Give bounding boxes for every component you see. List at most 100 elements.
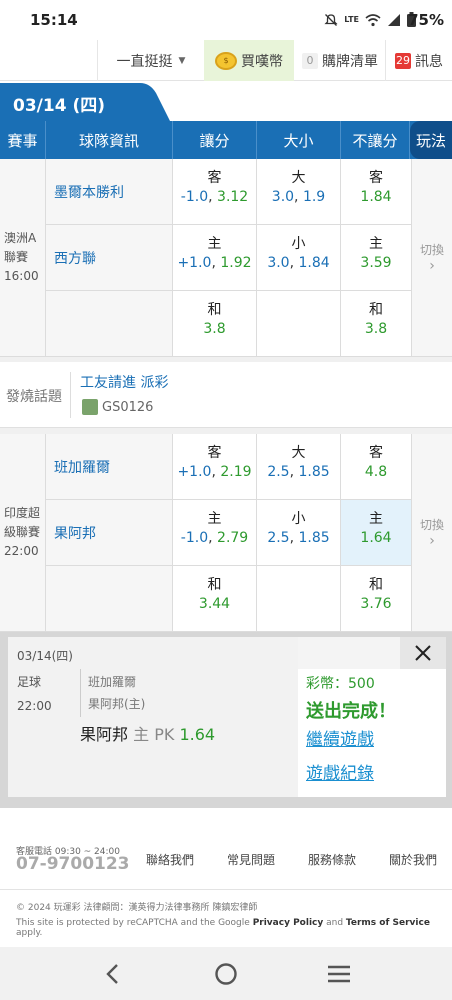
team-draw-row [46, 566, 173, 632]
submit-done-message: 送出完成！ [306, 701, 396, 722]
battery-percentage: 75% [408, 11, 444, 29]
status-bar: 15:14 LTE 75% [0, 0, 452, 40]
odds-value: 3.59 [360, 255, 392, 271]
bet-ticket: 03/14(四) 足球 22:00 班加羅爾 果阿邦(主) 果阿邦 主 PK 1… [8, 637, 446, 797]
odds-no-handicap-home[interactable]: 主 3.59 [341, 225, 412, 291]
team-away[interactable]: 班加羅爾 [46, 434, 173, 500]
odds-value: 1.84 [298, 255, 330, 271]
odds-no-handicap-draw[interactable]: 和 3.76 [341, 566, 412, 632]
odds-label: 和 [369, 577, 383, 593]
team-home[interactable]: 西方聯 [46, 225, 173, 291]
wifi-icon [365, 13, 381, 26]
date-tab[interactable]: 03/14 (四) [0, 83, 170, 121]
buy-coins-label: 買嘆幣 [241, 53, 283, 70]
odds-no-handicap-away[interactable]: 客 1.84 [341, 159, 412, 225]
odds-no-handicap-draw[interactable]: 和 3.8 [341, 291, 412, 357]
ticket-details: 03/14(四) 足球 22:00 班加羅爾 果阿邦(主) 果阿邦 主 PK 1… [8, 637, 298, 797]
cart-button[interactable]: 0 購牌清單 [296, 40, 384, 81]
odds-value: 1.85 [298, 530, 330, 546]
hot-topic-user[interactable]: GS0126 [82, 399, 153, 415]
back-button[interactable] [98, 959, 128, 989]
ticket-result: 彩幣：500 送出完成！ 繼續遊戲 遊戲紀錄 [298, 669, 446, 797]
odds-handicap-home[interactable]: 主 -1.0, 2.79 [173, 500, 257, 566]
switch-play-button[interactable]: 切換 › [412, 434, 452, 632]
odds-line: +1.0 [177, 255, 212, 271]
odds-value: 3.12 [217, 189, 249, 205]
ticket-divider [80, 669, 81, 717]
league-name-line2: 聯賽 [4, 250, 29, 264]
chevron-right-icon: › [429, 258, 435, 274]
col-handicap: 讓分 [173, 121, 257, 159]
mute-icon [324, 13, 338, 26]
league-cell: 印度超 級聯賽 22:00 [0, 434, 46, 632]
switch-play-button[interactable]: 切換 › [412, 159, 452, 357]
col-team-info: 球隊資訊 [46, 121, 173, 159]
coin-balance: 彩幣：500 [306, 676, 375, 692]
odds-label: 和 [369, 302, 383, 318]
odds-label: 小 [291, 511, 306, 527]
footer-link-faq[interactable]: 常見問題 [227, 851, 275, 868]
footer-link-terms[interactable]: 服務條款 [308, 851, 356, 868]
ticket-bet-team: 果阿邦 [80, 725, 129, 744]
recents-button[interactable] [324, 959, 354, 989]
privacy-policy-link[interactable]: Privacy Policy [253, 918, 324, 928]
hot-topic-label: 發燒話題 [6, 389, 62, 405]
odds-handicap-away[interactable]: 客 -1.0, 3.12 [173, 159, 257, 225]
hot-topic-divider [70, 372, 71, 418]
odds-value: 1.64 [360, 530, 392, 546]
home-button[interactable] [211, 959, 241, 989]
odds-value: 3.44 [198, 596, 231, 612]
odds-handicap-away[interactable]: 客 +1.0, 2.19 [173, 434, 257, 500]
ticket-bet-side: 主 PK [133, 725, 175, 744]
league-name-line1: 印度超 [4, 506, 41, 520]
odds-under[interactable]: 小 3.0, 1.84 [257, 225, 341, 291]
team-away[interactable]: 墨爾本勝利 [46, 159, 173, 225]
service-phone[interactable]: 07-9700123 [16, 854, 130, 874]
col-event: 賽事 [0, 121, 46, 159]
system-nav-bar [0, 947, 452, 1000]
ticket-bet-odds: 1.64 [179, 725, 216, 744]
odds-value: 3.8 [364, 321, 388, 337]
col-over-under: 大小 [257, 121, 341, 159]
top-nav: 一直挺挺 ▼ $ 買嘆幣 0 購牌清單 29 訊息 [0, 40, 452, 81]
filter-dropdown[interactable]: 一直挺挺 ▼ [98, 40, 204, 81]
ticket-time: 22:00 [17, 699, 52, 713]
hot-topic-link[interactable]: 工友請進 派彩 [80, 372, 168, 392]
col-play-button[interactable]: 玩法 [410, 121, 452, 159]
odds-over[interactable]: 大 3.0, 1.9 [257, 159, 341, 225]
odds-value: 1.84 [360, 189, 392, 205]
buy-coins-button[interactable]: $ 買嘆幣 [204, 40, 294, 81]
odds-label: 和 [207, 302, 222, 318]
odds-value: 3.8 [203, 321, 226, 337]
match-time: 22:00 [4, 544, 39, 558]
messages-button[interactable]: 29 訊息 [386, 40, 452, 81]
odds-under[interactable]: 小 2.5, 1.85 [257, 500, 341, 566]
odds-value: 3.76 [360, 596, 392, 612]
team-home[interactable]: 果阿邦 [46, 500, 173, 566]
cart-label: 購牌清單 [322, 53, 378, 70]
odds-handicap-home[interactable]: 主 +1.0, 1.92 [173, 225, 257, 291]
odds-handicap-draw[interactable]: 和 3.44 [173, 566, 257, 632]
odds-label: 客 [207, 445, 222, 461]
continue-game-link[interactable]: 繼續遊戲 [306, 725, 374, 750]
footer: 客服電話 09:30 ~ 24:00 07-9700123 聯絡我們 常見問題 … [0, 832, 452, 947]
col-no-handicap: 不讓分 [341, 121, 410, 159]
back-icon [106, 964, 118, 984]
odds-no-handicap-home-selected[interactable]: 主 1.64 [341, 500, 412, 566]
odds-over[interactable]: 大 2.5, 1.85 [257, 434, 341, 500]
close-button[interactable] [400, 637, 446, 669]
odds-handicap-draw[interactable]: 和 3.8 [173, 291, 257, 357]
terms-of-service-link[interactable]: Terms of Service [346, 918, 430, 928]
league-cell: 澳洲A 聯賽 16:00 [0, 159, 46, 357]
coin-icon: $ [215, 51, 237, 70]
odds-no-handicap-away[interactable]: 客 4.8 [341, 434, 412, 500]
odds-value: 4.8 [364, 464, 388, 480]
match-time: 16:00 [4, 269, 39, 283]
footer-link-contact[interactable]: 聯絡我們 [146, 851, 194, 868]
footer-link-about[interactable]: 關於我們 [389, 851, 437, 868]
odds-line: 2.5 [267, 530, 290, 546]
odds-label: 大 [291, 445, 306, 461]
league-name-line1: 澳洲A [4, 231, 37, 245]
game-records-link[interactable]: 遊戲紀錄 [306, 759, 374, 784]
recaptcha-and: and [326, 918, 344, 928]
